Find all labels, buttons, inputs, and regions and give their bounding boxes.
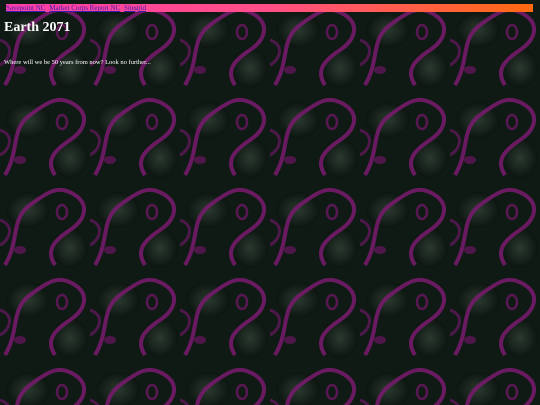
page-tagline: Where will we be 50 years from now? Look…	[4, 59, 151, 66]
nav-link-market-corps-report-nc[interactable]: Market Corps Report NC	[49, 4, 120, 12]
nav-link-savepoint-nc[interactable]: Savepoint NC	[6, 4, 45, 12]
top-nav-bar: Savepoint NC Market Corps Report NC Site…	[6, 4, 533, 12]
page-title: Earth 2071	[4, 20, 71, 35]
nav-link-sitegrid[interactable]: Sitegrid	[124, 4, 146, 12]
